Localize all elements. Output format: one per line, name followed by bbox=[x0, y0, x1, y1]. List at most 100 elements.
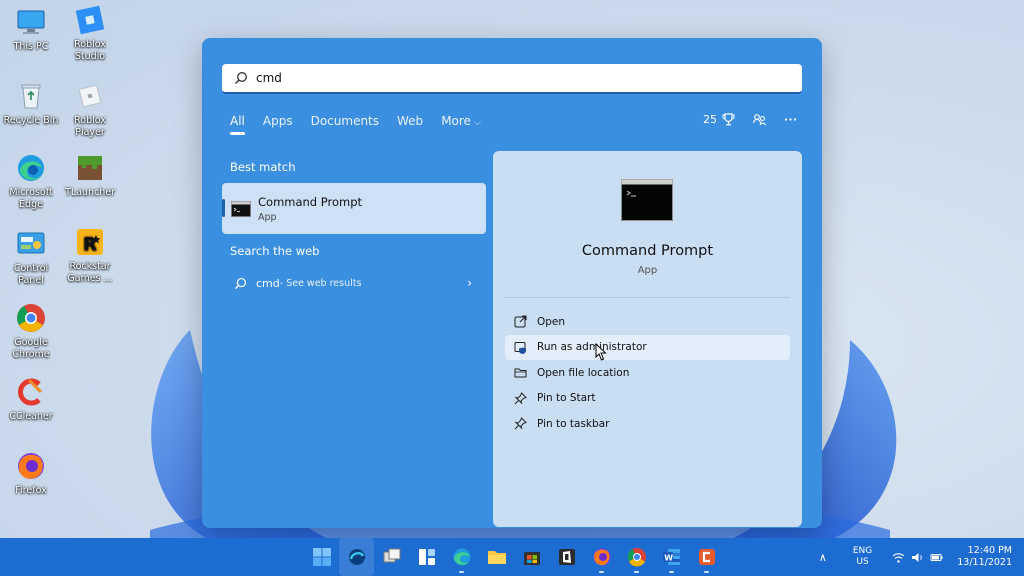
tab-web[interactable]: Web bbox=[397, 114, 423, 133]
detail-subtitle: App bbox=[637, 265, 658, 276]
web-results-suffix: - See web results bbox=[279, 277, 362, 289]
chevron-right-icon: › bbox=[467, 276, 472, 290]
taskbar-firefox-button[interactable] bbox=[584, 538, 619, 576]
action-run-as-administrator[interactable]: Run as administrator bbox=[505, 334, 790, 360]
trophy-icon bbox=[722, 113, 735, 126]
desktop-icon-tlauncher[interactable]: TLauncher bbox=[59, 152, 121, 199]
action-pin-to-taskbar[interactable]: Pin to taskbar bbox=[505, 411, 790, 436]
desktop-icon-roblox-studio[interactable]: Roblox Studio bbox=[59, 4, 121, 63]
edge-icon bbox=[453, 548, 470, 566]
action-list: Open Run as administrator Open file loca… bbox=[505, 309, 790, 437]
web-search-result[interactable]: cmd - See web results › bbox=[222, 270, 486, 296]
desktop-icon-ccleaner[interactable]: CCleaner bbox=[0, 376, 62, 423]
desktop-icon-recycle-bin[interactable]: Recycle Bin bbox=[0, 80, 62, 127]
edge-icon bbox=[15, 152, 47, 184]
folder-icon bbox=[514, 368, 527, 378]
svg-text:W: W bbox=[664, 553, 673, 562]
taskbar-chrome-button[interactable] bbox=[619, 538, 654, 576]
chevron-down-icon: ⌵ bbox=[473, 118, 481, 128]
rockstar-icon: R bbox=[74, 226, 106, 258]
screen-recorder-icon bbox=[698, 549, 715, 565]
desktop-icon-rockstar-games[interactable]: R Rockstar Games ... bbox=[59, 226, 121, 285]
search-box[interactable] bbox=[222, 64, 802, 94]
open-external-icon bbox=[514, 315, 527, 328]
chrome-icon bbox=[15, 302, 47, 334]
search-input[interactable] bbox=[256, 71, 776, 85]
taskbar-word-button[interactable]: W bbox=[654, 538, 689, 576]
best-match-title: Command Prompt bbox=[258, 194, 363, 209]
start-button[interactable] bbox=[304, 538, 339, 576]
search-icon bbox=[234, 277, 247, 289]
search-tools: 25 bbox=[703, 112, 798, 127]
clock-time: 12:40 PM bbox=[967, 545, 1012, 556]
control-panel-icon bbox=[15, 228, 47, 260]
taskbar-file-explorer-button[interactable] bbox=[479, 538, 514, 576]
more-options-icon[interactable] bbox=[783, 112, 798, 127]
show-hidden-icons-icon[interactable]: ∧ bbox=[819, 551, 827, 564]
clock-date: 13/11/2021 bbox=[957, 557, 1012, 568]
search-icon bbox=[235, 72, 247, 84]
switch-account-icon[interactable] bbox=[752, 112, 767, 127]
action-open-file-location[interactable]: Open file location bbox=[505, 360, 790, 385]
tab-apps[interactable]: Apps bbox=[263, 114, 293, 133]
best-match-subtitle: App bbox=[258, 211, 277, 223]
taskbar-edge-button[interactable] bbox=[444, 538, 479, 576]
svg-text:R: R bbox=[83, 234, 97, 255]
points-count: 25 bbox=[703, 113, 717, 126]
store-icon bbox=[523, 552, 540, 565]
taskbar-search-button[interactable] bbox=[339, 538, 374, 576]
taskbar-office-button[interactable] bbox=[549, 538, 584, 576]
desktop-icon-control-panel[interactable]: Control Panel bbox=[0, 228, 62, 287]
word-icon: W bbox=[662, 549, 680, 565]
app-detail-pane: Command Prompt App Open Run as administr… bbox=[493, 151, 802, 527]
tab-documents[interactable]: Documents bbox=[311, 114, 379, 133]
command-prompt-icon bbox=[621, 179, 673, 221]
pin-icon bbox=[514, 391, 527, 405]
desktop-icon-microsoft-edge[interactable]: Microsoft Edge bbox=[0, 152, 62, 211]
pin-icon bbox=[514, 417, 527, 430]
mouse-cursor-icon bbox=[595, 343, 607, 361]
best-match-result[interactable]: Command Prompt App bbox=[222, 183, 486, 234]
quick-settings[interactable] bbox=[892, 551, 943, 564]
widgets-icon bbox=[418, 549, 435, 565]
taskbar-store-button[interactable] bbox=[514, 538, 549, 576]
chrome-icon bbox=[627, 548, 646, 567]
firefox-icon bbox=[593, 548, 610, 566]
ccleaner-icon bbox=[15, 376, 47, 408]
desktop-icon-roblox-player[interactable]: Roblox Player bbox=[59, 80, 121, 139]
folder-icon bbox=[487, 551, 506, 564]
desktop-icon-google-chrome[interactable]: Google Chrome bbox=[0, 302, 62, 361]
shield-window-icon bbox=[514, 341, 526, 354]
action-pin-to-start[interactable]: Pin to Start bbox=[505, 386, 790, 411]
roblox-player-icon bbox=[74, 80, 106, 112]
system-tray: ∧ ENG US 12:40 PM 13/11/2021 bbox=[819, 538, 1024, 576]
firefox-icon bbox=[15, 450, 47, 482]
desktop-icon-firefox[interactable]: Firefox bbox=[0, 450, 62, 497]
tab-all[interactable]: All bbox=[230, 114, 245, 135]
taskbar-camtasia-button[interactable] bbox=[689, 538, 724, 576]
taskbar: W ∧ ENG US 12:40 PM 13/11/2021 bbox=[0, 538, 1024, 576]
battery-icon bbox=[930, 553, 943, 561]
search-circle-icon bbox=[348, 549, 365, 565]
web-query: cmd bbox=[256, 276, 280, 290]
input-language[interactable]: ENG US bbox=[853, 546, 872, 568]
search-tabs: All Apps Documents Web More ⌵ bbox=[230, 114, 499, 135]
best-match-heading: Best match bbox=[230, 160, 296, 174]
rewards-points[interactable]: 25 bbox=[703, 112, 736, 127]
monitor-icon bbox=[15, 6, 47, 38]
action-open[interactable]: Open bbox=[505, 309, 790, 334]
recycle-bin-icon bbox=[15, 80, 47, 112]
detail-title: Command Prompt bbox=[581, 243, 714, 259]
wifi-icon bbox=[892, 552, 905, 563]
task-view-icon bbox=[383, 548, 400, 563]
taskbar-apps: W bbox=[304, 538, 724, 576]
widgets-button[interactable] bbox=[409, 538, 444, 576]
volume-icon bbox=[912, 552, 922, 562]
tab-more[interactable]: More ⌵ bbox=[441, 114, 481, 133]
search-panel: All Apps Documents Web More⌵ 25 Best mat… bbox=[202, 38, 822, 528]
office-icon bbox=[558, 549, 575, 565]
desktop-icon-this-pc[interactable]: This PC bbox=[0, 6, 62, 53]
task-view-button[interactable] bbox=[374, 538, 409, 576]
clock[interactable]: 12:40 PM 13/11/2021 bbox=[957, 545, 1012, 569]
search-web-heading: Search the web bbox=[230, 244, 320, 258]
